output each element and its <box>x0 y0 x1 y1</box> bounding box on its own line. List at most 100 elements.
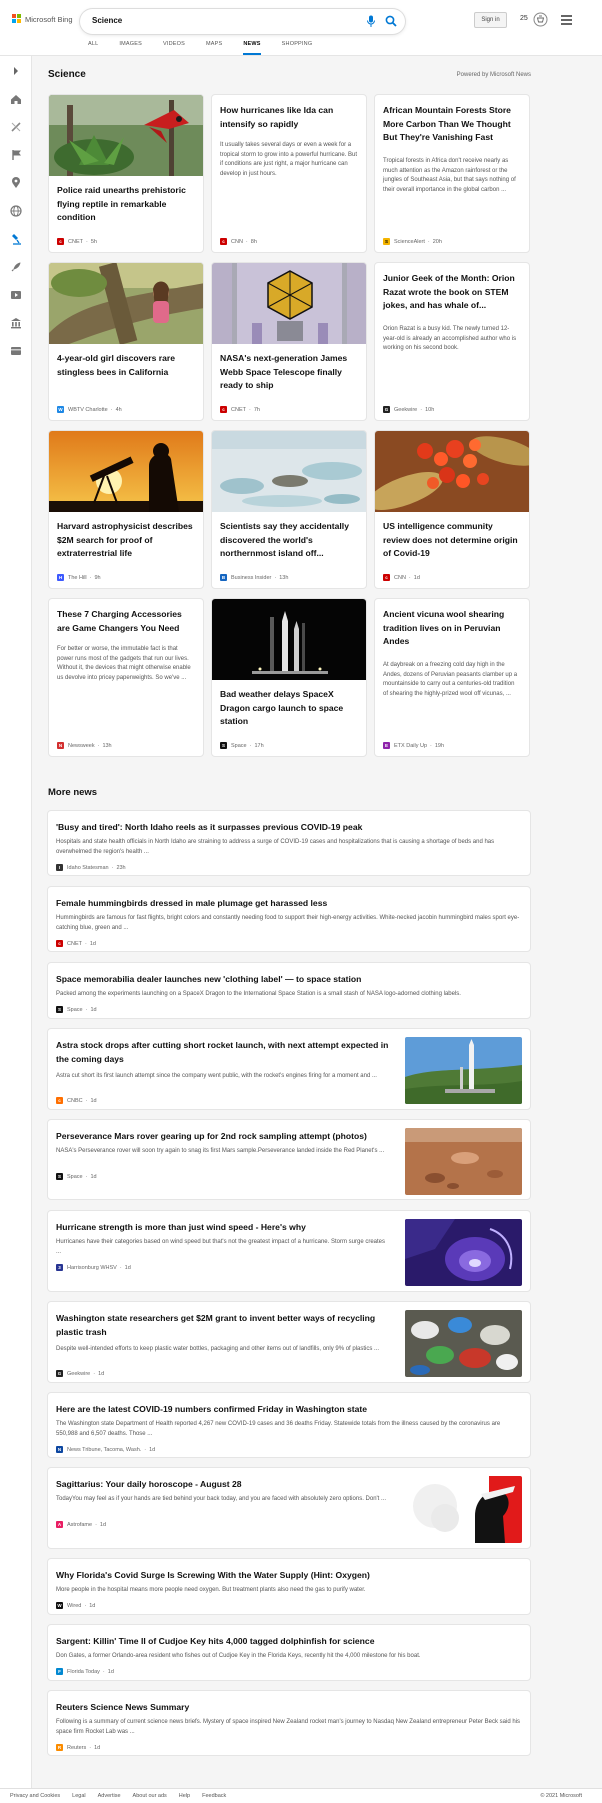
news-card[interactable]: These 7 Charging Accessories are Game Ch… <box>48 598 204 757</box>
news-snippet: More people in the hospital means more p… <box>56 1587 366 1593</box>
news-card[interactable]: Harvard astrophysicist describes $2M sea… <box>48 430 204 589</box>
news-card[interactable]: Junior Geek of the Month: Orion Razat wr… <box>374 262 530 421</box>
tab-videos[interactable]: VIDEOS <box>163 41 185 55</box>
search-icon[interactable] <box>385 15 397 27</box>
card-source: S ScienceAlert · 20h <box>383 238 442 245</box>
footer-link-legal[interactable]: Legal <box>72 1793 85 1799</box>
news-card[interactable]: US intelligence community review does no… <box>374 430 530 589</box>
category-rail <box>0 56 32 1788</box>
news-snippet: Following is a summary of current scienc… <box>56 1719 521 1735</box>
microphone-icon[interactable] <box>366 15 376 28</box>
news-thumbnail-horoscope <box>405 1476 522 1543</box>
news-list-item[interactable]: Sargent: Killin' Time II of Cudjoe Key h… <box>47 1624 531 1681</box>
tab-images[interactable]: IMAGES <box>119 41 142 55</box>
home-icon[interactable] <box>9 92 23 106</box>
rewards-icon[interactable] <box>533 12 548 27</box>
card-source: S Space · 17h <box>220 742 264 749</box>
cnn-logo-icon: c <box>383 574 390 581</box>
tab-all[interactable]: ALL <box>88 41 98 55</box>
news-list-item[interactable]: Hurricane strength is more than just win… <box>47 1210 531 1292</box>
news-card[interactable]: Ancient vicuna wool shearing tradition l… <box>374 598 530 757</box>
footer-link-advertise[interactable]: Advertise <box>98 1793 121 1799</box>
news-list-item[interactable]: Reuters Science News Summary Following i… <box>47 1690 531 1756</box>
flag-icon[interactable] <box>9 148 23 162</box>
news-title: Why Florida's Covid Surge Is Screwing Wi… <box>56 1570 370 1580</box>
news-card[interactable]: Police raid unearths prehistoric flying … <box>48 94 204 253</box>
footer-link-help[interactable]: Help <box>179 1793 190 1799</box>
idaho-statesman-logo-icon: I <box>56 864 63 871</box>
sciencealert-logo-icon: S <box>383 238 390 245</box>
card-source: c CNN · 8h <box>220 238 257 245</box>
news-list-item[interactable]: 'Busy and tired': North Idaho reels as i… <box>47 810 531 876</box>
card-source: W WBTV Charlotte · 4h <box>57 406 122 413</box>
news-list-item[interactable]: Sagittarius: Your daily horoscope - Augu… <box>47 1467 531 1549</box>
news-snippet: Hurricanes have their categories based o… <box>56 1239 385 1255</box>
news-list-item[interactable]: Perseverance Mars rover gearing up for 2… <box>47 1119 531 1200</box>
section-title: Science <box>48 69 86 80</box>
news-title: Astra stock drops after cutting short ro… <box>56 1040 389 1064</box>
news-snippet: Don Gates, a former Orlando-area residen… <box>56 1653 421 1659</box>
news-list-item[interactable]: Space memorabilia dealer launches new 'c… <box>47 962 531 1019</box>
card-title: US intelligence community review does no… <box>383 521 518 559</box>
astrofame-logo-icon: A <box>56 1521 63 1528</box>
news-card[interactable]: NASA's next-generation James Webb Space … <box>211 262 367 421</box>
globe-icon[interactable] <box>9 204 23 218</box>
news-card[interactable]: 4-year-old girl discovers rare stingless… <box>48 262 204 421</box>
card-source: G Geekwire · 10h <box>383 406 435 413</box>
wbtv-logo-icon: W <box>57 406 64 413</box>
wired-logo-icon: W <box>56 1602 63 1609</box>
etx-logo-icon: E <box>383 742 390 749</box>
menu-icon[interactable] <box>561 15 572 25</box>
newsweek-logo-icon: N <box>57 742 64 749</box>
bank-icon[interactable] <box>9 316 23 330</box>
powered-by[interactable]: Powered by Microsoft News <box>457 72 531 78</box>
video-icon[interactable] <box>9 288 23 302</box>
space-logo-icon: S <box>220 742 227 749</box>
science-icon[interactable] <box>9 232 23 246</box>
card-icon[interactable] <box>9 344 23 358</box>
news-card[interactable]: Bad weather delays SpaceX Dragon cargo l… <box>211 598 367 757</box>
footer-link-feedback[interactable]: Feedback <box>202 1793 226 1799</box>
card-title: 4-year-old girl discovers rare stingless… <box>57 353 175 377</box>
cnet-logo-icon: c <box>220 406 227 413</box>
news-list-item[interactable]: Here are the latest COVID-19 numbers con… <box>47 1392 531 1458</box>
tab-news[interactable]: NEWS <box>243 41 261 55</box>
card-snippet: For better or worse, the immutable fact … <box>57 646 191 681</box>
news-list-item[interactable]: Astra stock drops after cutting short ro… <box>47 1028 531 1110</box>
card-snippet: It usually takes several days or even a … <box>220 142 358 177</box>
cnet-logo-icon: c <box>57 238 64 245</box>
sign-in-button[interactable]: Sign in <box>474 12 507 28</box>
sports-icon[interactable] <box>9 120 23 134</box>
news-list-item[interactable]: Female hummingbirds dressed in male plum… <box>47 886 531 952</box>
more-news-title: More news <box>48 787 98 798</box>
chevron-right-icon[interactable] <box>9 64 23 78</box>
card-image-telescope-sunset <box>49 431 203 512</box>
news-source: I Idaho Statesman · 23h <box>56 864 126 871</box>
footer-link-about-ads[interactable]: About our ads <box>133 1793 167 1799</box>
news-list-item[interactable]: Washington state researchers get $2M gra… <box>47 1301 531 1383</box>
rocket-icon[interactable] <box>9 260 23 274</box>
location-icon[interactable] <box>9 176 23 190</box>
tab-shopping[interactable]: SHOPPING <box>282 41 313 55</box>
tab-maps[interactable]: MAPS <box>206 41 222 55</box>
card-image-pterosaur <box>49 95 203 176</box>
rewards-count: 25 <box>520 15 528 22</box>
card-source: E ETX Daily Up · 19h <box>383 742 445 749</box>
cnet-logo-icon: c <box>56 940 63 947</box>
bing-logo[interactable]: Microsoft Bing <box>12 14 73 24</box>
search-input[interactable]: Science <box>92 16 122 25</box>
footer-link-privacy[interactable]: Privacy and Cookies <box>10 1793 60 1799</box>
news-source: R Reuters · 1d <box>56 1744 101 1751</box>
card-snippet: At daybreak on a freezing cold day high … <box>383 662 518 697</box>
reuters-logo-icon: R <box>56 1744 63 1751</box>
scope-tabs: ALL IMAGES VIDEOS MAPS NEWS SHOPPING <box>88 41 333 55</box>
news-source: c CNET · 1d <box>56 940 96 947</box>
news-list-item[interactable]: Why Florida's Covid Surge Is Screwing Wi… <box>47 1558 531 1615</box>
search-box[interactable]: Science <box>80 9 405 34</box>
news-card[interactable]: Scientists say they accidentally discove… <box>211 430 367 589</box>
news-card[interactable]: African Mountain Forests Store More Carb… <box>374 94 530 253</box>
news-snippet: Astra cut short its first launch attempt… <box>56 1073 377 1079</box>
header: Microsoft Bing Science Sign in 25 ALL IM… <box>0 0 602 56</box>
news-card[interactable]: How hurricanes like Ida can intensify so… <box>211 94 367 253</box>
card-title: African Mountain Forests Store More Carb… <box>383 105 511 143</box>
